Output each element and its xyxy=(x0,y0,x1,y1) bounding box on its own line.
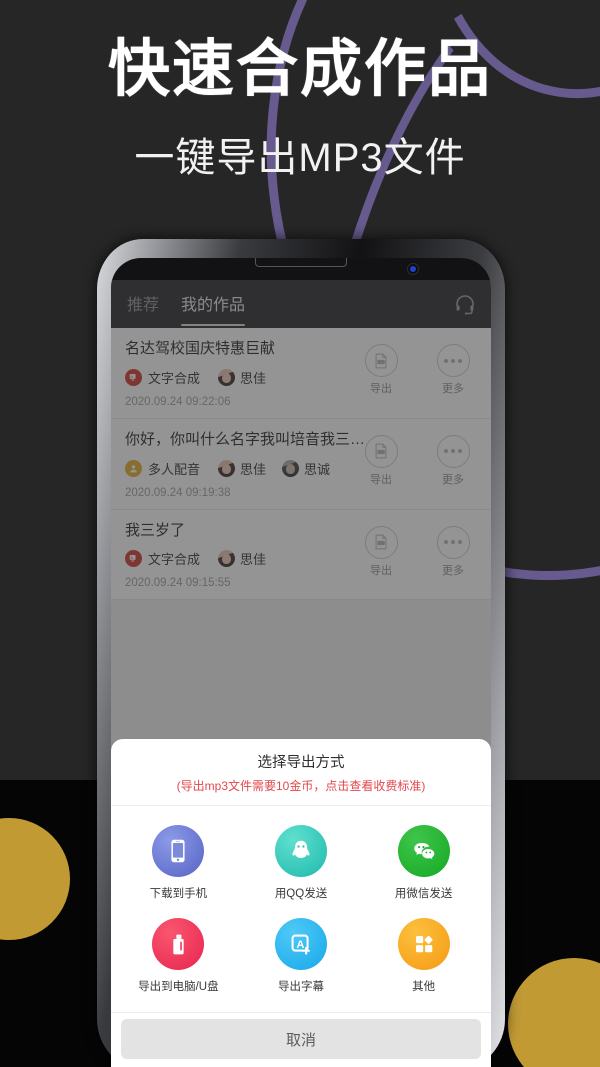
work-timestamp: 2020.09.24 09:22:06 xyxy=(125,395,231,408)
svg-text:MP3: MP3 xyxy=(378,360,385,364)
earpiece-speaker xyxy=(255,258,347,267)
svg-text:A: A xyxy=(296,939,304,951)
more-label: 更多 xyxy=(442,564,464,577)
headset-icon[interactable] xyxy=(453,292,477,316)
female-avatar xyxy=(218,459,236,477)
export-option-label: 导出字幕 xyxy=(278,981,324,993)
tab-recommend[interactable]: 推荐 xyxy=(127,291,159,317)
export-label: 导出 xyxy=(370,564,392,577)
more-label: 更多 xyxy=(442,383,464,395)
sheet-title: 选择导出方式 xyxy=(257,755,345,771)
svg-text:MP3: MP3 xyxy=(378,450,385,454)
export-option-other[interactable]: 其他 xyxy=(362,913,485,1006)
voice-name: 思佳 xyxy=(240,461,267,477)
qq-penguin-icon xyxy=(275,825,327,877)
text-synthesis-icon: A xyxy=(125,368,142,386)
export-option-label: 导出到电脑/U盘 xyxy=(138,981,219,993)
svg-text:MP3: MP3 xyxy=(378,541,385,545)
row-actions: MP3 导出 更多 xyxy=(355,344,479,396)
text-synthesis-icon: A xyxy=(125,550,142,568)
works-list: 名达驾校国庆特惠巨献 A 文字合成 思佳 2020.09.24 09:22:06… xyxy=(111,328,491,729)
work-tag-label: 文字合成 xyxy=(148,370,201,386)
export-option-send-qq[interactable]: 用QQ发送 xyxy=(240,820,363,913)
voice-chip: 思佳 xyxy=(218,459,266,478)
subtitle-a-plus-icon: A xyxy=(275,918,327,970)
work-title: 我三岁了 xyxy=(125,521,186,539)
male-avatar xyxy=(282,459,300,477)
export-label: 导出 xyxy=(370,383,392,395)
export-bottom-sheet: 选择导出方式 (导出mp3文件需要10金币，点击查看收费标准) 下载到手机 用Q… xyxy=(111,739,491,1067)
row-actions: MP3 导出 更多 xyxy=(355,434,479,487)
wechat-icon xyxy=(397,825,450,877)
export-option-label: 下载到手机 xyxy=(149,888,208,900)
work-tag-label: 多人配音 xyxy=(148,461,201,477)
phone-bezel-inner: 推荐 我的作品 名达驾校国庆特惠巨献 A 文字合成 思佳 2020.09.24 … xyxy=(111,258,491,1067)
export-option-usb[interactable]: 导出到电脑/U盘 xyxy=(117,913,240,1006)
export-label: 导出 xyxy=(370,473,392,486)
row-actions: MP3 导出 更多 xyxy=(355,525,479,578)
phone-mockup: 推荐 我的作品 名达驾校国庆特惠巨献 A 文字合成 思佳 2020.09.24 … xyxy=(97,239,505,1067)
list-empty-space xyxy=(111,600,491,729)
ellipsis-icon xyxy=(436,344,470,377)
mp3-file-icon: MP3 xyxy=(364,525,398,559)
front-camera-icon xyxy=(407,263,419,275)
more-label: 更多 xyxy=(442,473,464,486)
mp3-file-icon: MP3 xyxy=(364,434,398,468)
top-navigation: 推荐 我的作品 xyxy=(111,280,491,328)
more-button[interactable]: 更多 xyxy=(427,344,479,396)
cancel-button[interactable]: 取消 xyxy=(121,1019,481,1059)
work-timestamp: 2020.09.24 09:19:38 xyxy=(125,486,231,499)
export-button[interactable]: MP3 导出 xyxy=(355,525,407,578)
voice-chip: 思佳 xyxy=(218,549,266,568)
work-title: 你好，你叫什么名字我叫培音我三… xyxy=(125,430,366,448)
export-option-download-to-phone[interactable]: 下载到手机 xyxy=(117,820,240,913)
more-button[interactable]: 更多 xyxy=(427,525,479,578)
work-timestamp: 2020.09.24 09:15:55 xyxy=(125,577,231,590)
table-row[interactable]: 名达驾校国庆特惠巨献 A 文字合成 思佳 2020.09.24 09:22:06… xyxy=(111,328,491,419)
export-button[interactable]: MP3 导出 xyxy=(355,434,407,487)
export-option-send-wechat[interactable]: 用微信发送 xyxy=(362,820,485,913)
ellipsis-icon xyxy=(436,525,470,559)
voice-name: 思佳 xyxy=(240,370,267,386)
promo-headline: 快速合成作品 xyxy=(107,32,492,105)
export-option-label: 用QQ发送 xyxy=(274,888,328,900)
usb-drive-icon xyxy=(152,918,205,970)
sheet-notice[interactable]: (导出mp3文件需要10金币，点击查看收费标准) xyxy=(111,777,491,805)
mobile-phone-icon xyxy=(152,825,205,877)
table-row[interactable]: 你好，你叫什么名字我叫培音我三… 多人配音 思佳 思诚 2020.09.24 0… xyxy=(111,419,491,510)
grid-other-icon xyxy=(397,918,450,970)
mp3-file-icon: MP3 xyxy=(364,344,398,377)
ellipsis-icon xyxy=(436,434,470,468)
export-option-label: 其他 xyxy=(412,981,436,993)
tab-my-works[interactable]: 我的作品 xyxy=(181,291,246,326)
voice-name: 思诚 xyxy=(304,461,331,477)
work-title: 名达驾校国庆特惠巨献 xyxy=(125,340,276,357)
table-row[interactable]: 我三岁了 A 文字合成 思佳 2020.09.24 09:15:55 MP3 导… xyxy=(111,510,491,601)
work-tag-label: 文字合成 xyxy=(148,552,201,568)
export-options-row: 导出到电脑/U盘 A 导出字幕 其他 xyxy=(117,913,485,1006)
export-option-label: 用微信发送 xyxy=(394,888,453,900)
cancel-area: 取消 xyxy=(111,1013,491,1067)
multi-voice-icon xyxy=(125,459,142,477)
voice-chip: 思诚 xyxy=(282,459,330,478)
export-options-grid: 下载到手机 用QQ发送 用微信发送 导出到电脑/U盘 A 导出字幕 其他 xyxy=(111,806,491,1012)
more-button[interactable]: 更多 xyxy=(427,434,479,487)
voice-name: 思佳 xyxy=(240,552,267,568)
app-screen: 推荐 我的作品 名达驾校国庆特惠巨献 A 文字合成 思佳 2020.09.24 … xyxy=(111,280,491,1067)
export-options-row: 下载到手机 用QQ发送 用微信发送 xyxy=(117,820,485,913)
voice-chip: 思佳 xyxy=(218,368,266,387)
export-button[interactable]: MP3 导出 xyxy=(355,344,407,396)
export-option-subtitles[interactable]: A 导出字幕 xyxy=(240,913,363,1006)
female-avatar xyxy=(218,550,236,568)
promo-subheadline: 一键导出MP3文件 xyxy=(134,136,466,180)
promo-screenshot: 快速合成作品 一键导出MP3文件 推荐 我的作品 名达驾校国庆特惠巨献 A 文字… xyxy=(0,0,600,1067)
female-avatar xyxy=(218,368,236,386)
